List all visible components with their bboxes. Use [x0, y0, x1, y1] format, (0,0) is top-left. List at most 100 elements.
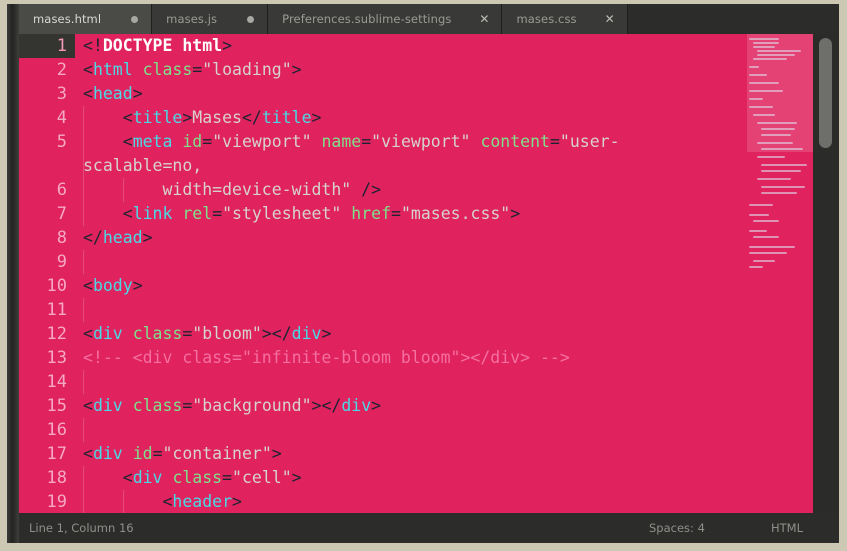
tab-label: mases.html [33, 12, 102, 26]
token-punct: ></ [311, 396, 342, 415]
code-line[interactable]: 5 <meta id="viewport" name="viewport" co… [19, 130, 839, 154]
code-text[interactable]: <title>Mases</title> [75, 106, 839, 130]
code-line[interactable]: 2 <html class="loading"> [19, 58, 839, 82]
code-text[interactable]: <meta id="viewport" name="viewport" cont… [75, 130, 839, 154]
code-line[interactable]: 10 <body> [19, 274, 839, 298]
line-number: 4 [56, 108, 67, 128]
status-syntax-mode[interactable]: HTML [771, 521, 803, 535]
line-number: 11 [46, 300, 67, 320]
code-text[interactable]: <div class="bloom"></div> [75, 322, 839, 346]
code-line[interactable]: 17 <div id="container"> [19, 442, 839, 466]
status-indentation[interactable]: Spaces: 4 [649, 521, 705, 535]
token-punct: = [391, 204, 401, 223]
code-text[interactable]: <body> [75, 274, 839, 298]
code-text[interactable]: <link rel="stylesheet" href="mases.css"> [75, 202, 839, 226]
code-text[interactable] [75, 370, 839, 394]
token-tag: meta [132, 132, 173, 151]
token-string: "mases.css" [400, 204, 511, 223]
token-tag: body [92, 276, 133, 295]
token-tag: title [132, 108, 183, 127]
token-string: "loading" [202, 60, 292, 79]
token-punct: < [83, 84, 93, 103]
indent-guide [122, 178, 124, 202]
code-text[interactable]: </head> [75, 226, 839, 250]
code-line[interactable]: 3 <head> [19, 82, 839, 106]
line-number: 16 [46, 420, 67, 440]
window-inner: mases.html mases.js Preferences.sublime-se… [7, 4, 839, 543]
close-icon[interactable]: ✕ [477, 12, 491, 26]
token-punct: < [122, 468, 133, 487]
code-text[interactable]: <html class="loading"> [75, 58, 839, 82]
status-cursor-position[interactable]: Line 1, Column 16 [19, 521, 134, 535]
tab-3[interactable]: mases.css ✕ [502, 4, 628, 34]
indent-guide [122, 490, 124, 513]
tab-1[interactable]: mases.js [152, 4, 269, 34]
indent-guide [83, 370, 84, 394]
unsaved-dot-icon[interactable] [243, 12, 257, 26]
code-line[interactable]: 7 <link rel="stylesheet" href="mases.css… [19, 202, 839, 226]
code-text[interactable] [75, 418, 839, 442]
line-number: 8 [56, 228, 67, 248]
line-number [19, 154, 75, 178]
code-line[interactable]: 18 <div class="cell"> [19, 466, 839, 490]
code-line[interactable]: 19 <header> [19, 490, 839, 513]
close-icon[interactable]: ✕ [603, 12, 617, 26]
tab-bar: mases.html mases.js Preferences.sublime-se… [19, 4, 839, 34]
code-line[interactable]: 16 [19, 418, 839, 442]
code-text[interactable] [75, 250, 839, 274]
line-number: 6 [56, 180, 67, 200]
code-line[interactable]: 14 [19, 370, 839, 394]
line-number: 1 [19, 34, 75, 58]
token-tag: div [92, 396, 123, 415]
code-line[interactable]: scalable=no, [19, 154, 839, 178]
tab-label: mases.css [516, 12, 577, 26]
scrollbar-thumb[interactable] [819, 38, 832, 148]
code-surface[interactable]: 1 <!DOCTYPE html> 2 <html class="loading"> 3… [19, 34, 839, 513]
close-glyph: ✕ [479, 12, 490, 26]
token-tag: div [92, 324, 123, 343]
token-attr: class [132, 396, 183, 415]
token-doctype: DOCTYPE html [102, 36, 223, 55]
code-text[interactable]: <!DOCTYPE html> [75, 34, 839, 58]
token-string: "stylesheet" [222, 204, 342, 223]
code-editor[interactable]: 1 <!DOCTYPE html> 2 <html class="loading"> 3… [19, 34, 839, 513]
code-line[interactable]: 1 <!DOCTYPE html> [19, 34, 839, 58]
code-line[interactable]: 12 <div class="bloom"></div> [19, 322, 839, 346]
code-line[interactable]: 6 width=device-width" /> [19, 178, 839, 202]
code-line[interactable]: 15 <div class="background"></div> [19, 394, 839, 418]
line-number: 14 [46, 372, 67, 392]
tab-0[interactable]: mases.html [19, 4, 153, 34]
tab-2[interactable]: Preferences.sublime-settings ✕ [268, 4, 503, 34]
code-line[interactable]: 11 [19, 298, 839, 322]
code-text[interactable]: <div id="container"> [75, 442, 839, 466]
vertical-scrollbar[interactable] [813, 34, 839, 513]
tabs-container: mases.html mases.js Preferences.sublime-se… [19, 4, 628, 34]
token-string: "bloom" [192, 324, 262, 343]
unsaved-dot-icon[interactable] [127, 12, 141, 26]
code-text[interactable]: <div class="cell"> [75, 466, 839, 490]
line-number: 12 [46, 324, 67, 344]
token-tag: div [341, 396, 372, 415]
indent-guide [83, 298, 84, 322]
code-text[interactable]: scalable=no, [75, 154, 839, 178]
code-text[interactable] [75, 298, 839, 322]
token-punct: = [222, 468, 233, 487]
dot-icon [246, 16, 254, 23]
code-text[interactable]: width=device-width" /> [75, 178, 839, 202]
indent-guide [83, 130, 84, 154]
token-attr: name [321, 132, 362, 151]
code-line[interactable]: 4 <title>Mases</title> [19, 106, 839, 130]
code-text[interactable]: <div class="background"></div> [75, 394, 839, 418]
code-line[interactable]: 13 <!-- <div class="infinite-bloom bloom"… [19, 346, 839, 370]
code-text[interactable]: <head> [75, 82, 839, 106]
token-tag: header [172, 492, 233, 511]
code-text[interactable]: <header> [75, 490, 839, 513]
window-left-bevel [7, 4, 19, 543]
code-line[interactable]: 8 </head> [19, 226, 839, 250]
code-line[interactable]: 9 [19, 250, 839, 274]
code-text[interactable]: <!-- <div class="infinite-bloom bloom"><… [75, 346, 839, 370]
